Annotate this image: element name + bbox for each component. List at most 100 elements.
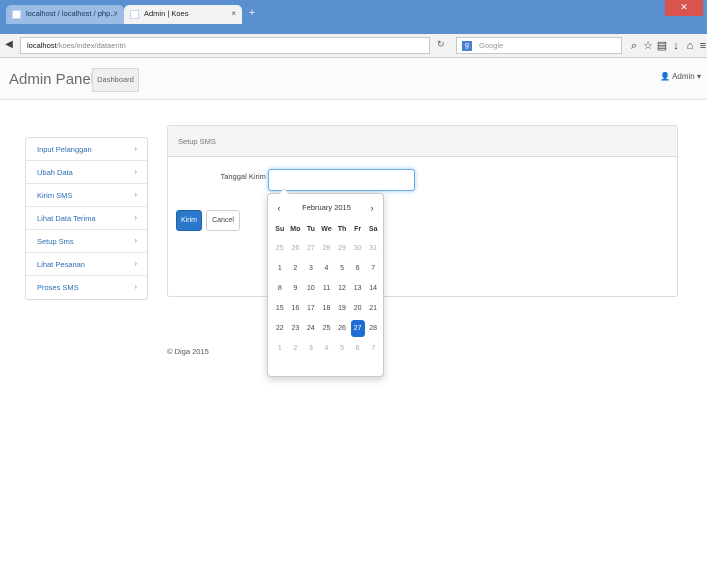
weekday-row: Su Mo Tu We Th Fr Sa — [272, 220, 381, 238]
day-cell[interactable]: 29 — [334, 238, 350, 258]
day-cell[interactable]: 22 — [272, 318, 288, 338]
day-cell[interactable]: 28 — [365, 318, 381, 338]
day-cell[interactable]: 18 — [319, 298, 335, 318]
sidebar-item-setup-sms[interactable]: Setup Sms › — [26, 230, 147, 253]
week-row: 8 9 10 11 12 13 14 — [272, 278, 381, 298]
browser-nav-bar: ◀ localhost/koes/index/dataentri ↻ g Goo… — [0, 34, 707, 58]
user-icon: 👤 — [660, 72, 671, 81]
day-cell[interactable]: 30 — [350, 238, 366, 258]
back-arrow-icon[interactable]: ◀ — [4, 39, 14, 51]
sidebar-item-proses-sms[interactable]: Proses SMS › — [26, 276, 147, 299]
day-cell[interactable]: 7 — [365, 338, 381, 358]
menu-icon[interactable]: ≡ — [697, 39, 707, 53]
day-cell[interactable]: 23 — [288, 318, 304, 338]
day-cell[interactable]: 8 — [272, 278, 288, 298]
day-cell[interactable]: 2 — [288, 258, 304, 278]
sidebar: Input Pelanggan › Ubah Data › Kirim SMS … — [25, 137, 148, 300]
setup-sms-panel: Setup SMS Tanggal Kirim Sms Kirim Cancel — [167, 125, 678, 297]
day-cell[interactable]: 1 — [272, 258, 288, 278]
tab-label: localhost / localhost / php... — [26, 9, 117, 18]
day-cell[interactable]: 1 — [272, 338, 288, 358]
day-cell[interactable]: 28 — [319, 238, 335, 258]
panel-heading: Setup SMS — [168, 126, 677, 157]
day-cell[interactable]: 9 — [288, 278, 304, 298]
day-cell[interactable]: 5 — [334, 338, 350, 358]
day-cell[interactable]: 16 — [288, 298, 304, 318]
sidebar-item-label: Input Pelanggan — [37, 145, 92, 154]
user-menu[interactable]: 👤 Admin ▾ — [660, 72, 701, 81]
day-cell[interactable]: 12 — [334, 278, 350, 298]
day-cell[interactable]: 19 — [334, 298, 350, 318]
reload-icon[interactable]: ↻ — [437, 39, 445, 50]
day-cell[interactable]: 5 — [334, 258, 350, 278]
new-tab-icon[interactable]: + — [246, 8, 258, 20]
submit-button[interactable]: Kirim — [176, 210, 202, 231]
app-header: Admin Panel Dashboard 👤 Admin ▾ — [0, 58, 707, 100]
search-bar[interactable]: g Google — [456, 37, 622, 54]
bookmark-star-icon[interactable]: ☆ — [642, 39, 654, 53]
sidebar-item-input-pelanggan[interactable]: Input Pelanggan › — [26, 138, 147, 161]
close-tab-icon[interactable]: × — [231, 9, 236, 18]
app-brand[interactable]: Admin Panel — [9, 71, 94, 88]
sidebar-item-label: Setup Sms — [37, 237, 74, 246]
day-cell[interactable]: 3 — [303, 338, 319, 358]
day-cell[interactable]: 17 — [303, 298, 319, 318]
browser-tab-active[interactable]: Admin | Koes × — [124, 5, 242, 24]
week-row: 1 2 3 4 5 6 7 — [272, 258, 381, 278]
day-cell[interactable]: 4 — [319, 338, 335, 358]
day-cell[interactable]: 26 — [334, 318, 350, 338]
download-icon[interactable]: ↓ — [670, 39, 682, 53]
url-bar[interactable]: localhost/koes/index/dataentri — [20, 37, 430, 54]
weekday-header: Tu — [306, 225, 315, 233]
close-tab-icon[interactable]: × — [113, 9, 118, 18]
date-field[interactable] — [268, 169, 415, 191]
sidebar-item-lihat-pesanan[interactable]: Lihat Pesanan › — [26, 253, 147, 276]
datepicker-next-icon[interactable]: › — [366, 201, 378, 215]
day-cell[interactable]: 25 — [319, 318, 335, 338]
day-cell-selected[interactable]: 27 — [350, 318, 366, 338]
week-row: 22 23 24 25 26 27 28 — [272, 318, 381, 338]
caret-down-icon: ▾ — [696, 72, 701, 81]
datepicker-month-title[interactable]: February 2015 — [288, 201, 365, 215]
sidebar-item-label: Proses SMS — [37, 283, 79, 292]
window-close-icon[interactable]: ✕ — [665, 0, 703, 16]
day-cell[interactable]: 31 — [365, 238, 381, 258]
day-cell[interactable]: 27 — [303, 238, 319, 258]
day-cell[interactable]: 7 — [365, 258, 381, 278]
search-icon[interactable]: ⌕ — [628, 39, 640, 53]
day-cell[interactable]: 24 — [303, 318, 319, 338]
chevron-right-icon: › — [134, 144, 137, 153]
day-cell[interactable]: 3 — [303, 258, 319, 278]
chevron-right-icon: › — [134, 190, 137, 199]
weekday-header: Sa — [368, 225, 378, 233]
day-cell[interactable]: 21 — [365, 298, 381, 318]
day-cell[interactable]: 10 — [303, 278, 319, 298]
home-icon[interactable]: ⌂ — [684, 39, 696, 53]
day-cell[interactable]: 11 — [319, 278, 335, 298]
day-cell[interactable]: 6 — [350, 258, 366, 278]
dashboard-button[interactable]: Dashboard — [92, 68, 139, 92]
sidebar-item-label: Lihat Data Terima — [37, 214, 96, 223]
bookmarks-list-icon[interactable]: ▤ — [656, 39, 668, 53]
sidebar-item-kirim-sms[interactable]: Kirim SMS › — [26, 184, 147, 207]
chevron-right-icon: › — [134, 259, 137, 268]
day-cell[interactable]: 25 — [272, 238, 288, 258]
day-cell[interactable]: 20 — [350, 298, 366, 318]
datepicker-prev-icon[interactable]: ‹ — [273, 201, 285, 215]
sidebar-item-lihat-data-terima[interactable]: Lihat Data Terima › — [26, 207, 147, 230]
datepicker-popup: ‹ February 2015 › Su Mo Tu We Th Fr Sa 2… — [267, 188, 384, 377]
week-row: 25 26 27 28 29 30 31 — [272, 238, 381, 258]
cancel-button[interactable]: Cancel — [206, 210, 240, 231]
browser-tab[interactable]: localhost / localhost / php... × — [6, 5, 124, 24]
day-cell[interactable]: 26 — [288, 238, 304, 258]
datepicker-grid: Su Mo Tu We Th Fr Sa 25 26 27 28 29 30 3… — [272, 220, 381, 358]
day-cell[interactable]: 4 — [319, 258, 335, 278]
sidebar-item-ubah-data[interactable]: Ubah Data › — [26, 161, 147, 184]
day-cell[interactable]: 15 — [272, 298, 288, 318]
search-placeholder: Google — [479, 41, 504, 50]
weekday-header: Fr — [354, 225, 362, 233]
day-cell[interactable]: 2 — [288, 338, 304, 358]
day-cell[interactable]: 13 — [350, 278, 366, 298]
day-cell[interactable]: 6 — [350, 338, 366, 358]
day-cell[interactable]: 14 — [365, 278, 381, 298]
